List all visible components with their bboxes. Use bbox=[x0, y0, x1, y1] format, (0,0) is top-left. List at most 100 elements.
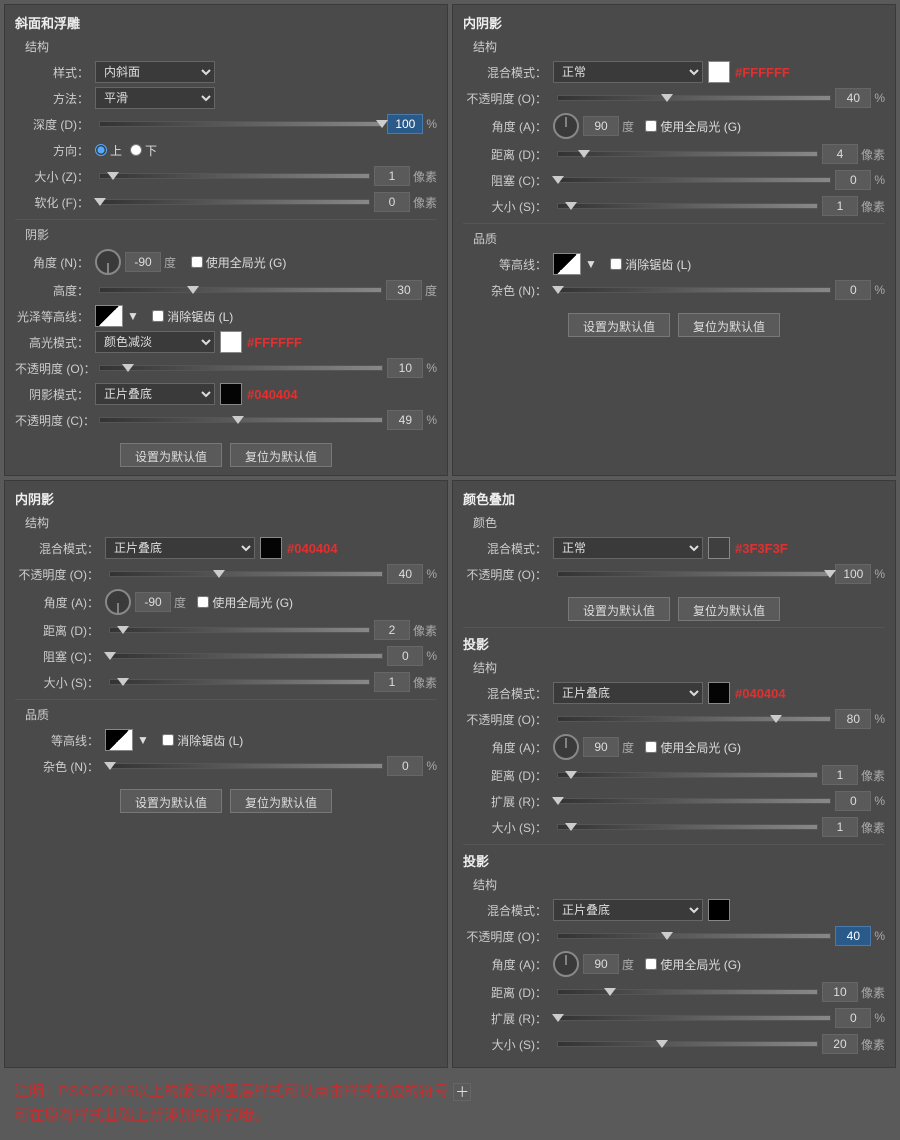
is-anti-alias-checkbox[interactable] bbox=[610, 258, 622, 270]
ds1-blend-mode-select[interactable]: 正片叠底 bbox=[553, 682, 703, 704]
ds2-opacity-input[interactable] bbox=[835, 926, 871, 946]
co-opacity-input[interactable] bbox=[835, 564, 871, 584]
is-angle-input[interactable] bbox=[583, 116, 619, 136]
is-size-slider[interactable] bbox=[553, 203, 822, 209]
is-distance-input[interactable] bbox=[822, 144, 858, 164]
isb-reset-default-btn[interactable]: 复位为默认值 bbox=[230, 789, 332, 813]
contour-dropdown-arrow[interactable]: ▼ bbox=[127, 309, 139, 323]
is-choke-slider[interactable] bbox=[553, 177, 835, 183]
method-select[interactable]: 平滑 bbox=[95, 87, 215, 109]
size-slider[interactable] bbox=[95, 173, 374, 179]
isb-contour-preview[interactable] bbox=[105, 729, 133, 751]
dir-up-radio[interactable] bbox=[95, 144, 107, 156]
shadow-opacity-slider[interactable] bbox=[95, 417, 387, 423]
ds1-global-light-checkbox[interactable] bbox=[645, 741, 657, 753]
dir-down-radio[interactable] bbox=[130, 144, 142, 156]
is-top-set-default-btn[interactable]: 设置为默认值 bbox=[568, 313, 670, 337]
ds2-size-slider[interactable] bbox=[553, 1041, 822, 1047]
is-contour-dropdown-arrow[interactable]: ▼ bbox=[585, 257, 597, 271]
altitude-slider[interactable] bbox=[95, 287, 386, 293]
highlight-mode-select[interactable]: 颜色减淡 bbox=[95, 331, 215, 353]
isb-angle-circle[interactable] bbox=[105, 589, 131, 615]
is-top-reset-default-btn[interactable]: 复位为默认值 bbox=[678, 313, 780, 337]
is-size-input[interactable] bbox=[822, 196, 858, 216]
isb-distance-slider[interactable] bbox=[105, 627, 374, 633]
isb-size-slider[interactable] bbox=[105, 679, 374, 685]
bevel-emboss-set-default-btn[interactable]: 设置为默认值 bbox=[120, 443, 222, 467]
ds2-spread-slider[interactable] bbox=[553, 1015, 835, 1021]
is-contour-preview[interactable] bbox=[553, 253, 581, 275]
isb-noise-slider[interactable] bbox=[105, 763, 387, 769]
angle-input[interactable] bbox=[125, 252, 161, 272]
is-choke-input[interactable] bbox=[835, 170, 871, 190]
isb-choke-slider[interactable] bbox=[105, 653, 387, 659]
ds1-opacity-slider[interactable] bbox=[553, 716, 835, 722]
soften-input[interactable] bbox=[374, 192, 410, 212]
ds2-distance-slider[interactable] bbox=[553, 989, 822, 995]
is-opacity-input[interactable] bbox=[835, 88, 871, 108]
ds2-global-light-checkbox[interactable] bbox=[645, 958, 657, 970]
ds1-distance-slider[interactable] bbox=[553, 772, 822, 778]
ds1-distance-input[interactable] bbox=[822, 765, 858, 785]
isb-angle-input[interactable] bbox=[135, 592, 171, 612]
isb-opacity-input[interactable] bbox=[387, 564, 423, 584]
ds2-size-input[interactable] bbox=[822, 1034, 858, 1054]
is-distance-slider[interactable] bbox=[553, 151, 822, 157]
shadow-color-swatch[interactable] bbox=[220, 383, 242, 405]
ds2-blend-mode-select[interactable]: 正片叠底 bbox=[553, 899, 703, 921]
contour-preview[interactable] bbox=[95, 305, 123, 327]
isb-noise-input[interactable] bbox=[387, 756, 423, 776]
anti-alias-checkbox[interactable] bbox=[152, 310, 164, 322]
isb-blend-color-swatch[interactable] bbox=[260, 537, 282, 559]
co-blend-color-swatch[interactable] bbox=[708, 537, 730, 559]
isb-set-default-btn[interactable]: 设置为默认值 bbox=[120, 789, 222, 813]
size-input[interactable] bbox=[374, 166, 410, 186]
co-reset-default-btn[interactable]: 复位为默认值 bbox=[678, 597, 780, 621]
ds1-spread-slider[interactable] bbox=[553, 798, 835, 804]
co-opacity-slider[interactable] bbox=[553, 571, 835, 577]
ds1-angle-circle[interactable] bbox=[553, 734, 579, 760]
altitude-input[interactable] bbox=[386, 280, 422, 300]
isb-global-light-checkbox[interactable] bbox=[197, 596, 209, 608]
co-set-default-btn[interactable]: 设置为默认值 bbox=[568, 597, 670, 621]
ds1-size-input[interactable] bbox=[822, 817, 858, 837]
ds1-blend-color-swatch[interactable] bbox=[708, 682, 730, 704]
is-noise-slider[interactable] bbox=[553, 287, 835, 293]
dir-down-option[interactable]: 下 bbox=[130, 142, 157, 159]
ds1-opacity-input[interactable] bbox=[835, 709, 871, 729]
isb-blend-mode-select[interactable]: 正片叠底 bbox=[105, 537, 255, 559]
ds2-opacity-slider[interactable] bbox=[553, 933, 835, 939]
angle-circle[interactable] bbox=[95, 249, 121, 275]
soften-slider[interactable] bbox=[95, 199, 374, 205]
ds2-spread-input[interactable] bbox=[835, 1008, 871, 1028]
shadow-opacity-input[interactable] bbox=[387, 410, 423, 430]
isb-choke-input[interactable] bbox=[387, 646, 423, 666]
highlight-opacity-slider[interactable] bbox=[95, 365, 387, 371]
ds2-angle-input[interactable] bbox=[583, 954, 619, 974]
is-opacity-slider[interactable] bbox=[553, 95, 835, 101]
shadow-mode-select[interactable]: 正片叠底 bbox=[95, 383, 215, 405]
ds1-size-slider[interactable] bbox=[553, 824, 822, 830]
is-noise-input[interactable] bbox=[835, 280, 871, 300]
ds2-blend-color-swatch[interactable] bbox=[708, 899, 730, 921]
global-light-checkbox[interactable] bbox=[191, 256, 203, 268]
is-global-light-checkbox[interactable] bbox=[645, 120, 657, 132]
style-select[interactable]: 内斜面 bbox=[95, 61, 215, 83]
highlight-color-swatch[interactable] bbox=[220, 331, 242, 353]
is-blend-mode-select[interactable]: 正常 bbox=[553, 61, 703, 83]
depth-slider[interactable] bbox=[95, 121, 387, 127]
ds2-distance-input[interactable] bbox=[822, 982, 858, 1002]
ds2-angle-circle[interactable] bbox=[553, 951, 579, 977]
ds1-angle-input[interactable] bbox=[583, 737, 619, 757]
ds1-spread-input[interactable] bbox=[835, 791, 871, 811]
isb-anti-alias-checkbox[interactable] bbox=[162, 734, 174, 746]
isb-distance-input[interactable] bbox=[374, 620, 410, 640]
depth-input[interactable] bbox=[387, 114, 423, 134]
is-blend-color-swatch[interactable] bbox=[708, 61, 730, 83]
dir-up-option[interactable]: 上 bbox=[95, 142, 122, 159]
co-blend-mode-select[interactable]: 正常 bbox=[553, 537, 703, 559]
isb-opacity-slider[interactable] bbox=[105, 571, 387, 577]
is-angle-circle[interactable] bbox=[553, 113, 579, 139]
isb-contour-dropdown-arrow[interactable]: ▼ bbox=[137, 733, 149, 747]
highlight-opacity-input[interactable] bbox=[387, 358, 423, 378]
